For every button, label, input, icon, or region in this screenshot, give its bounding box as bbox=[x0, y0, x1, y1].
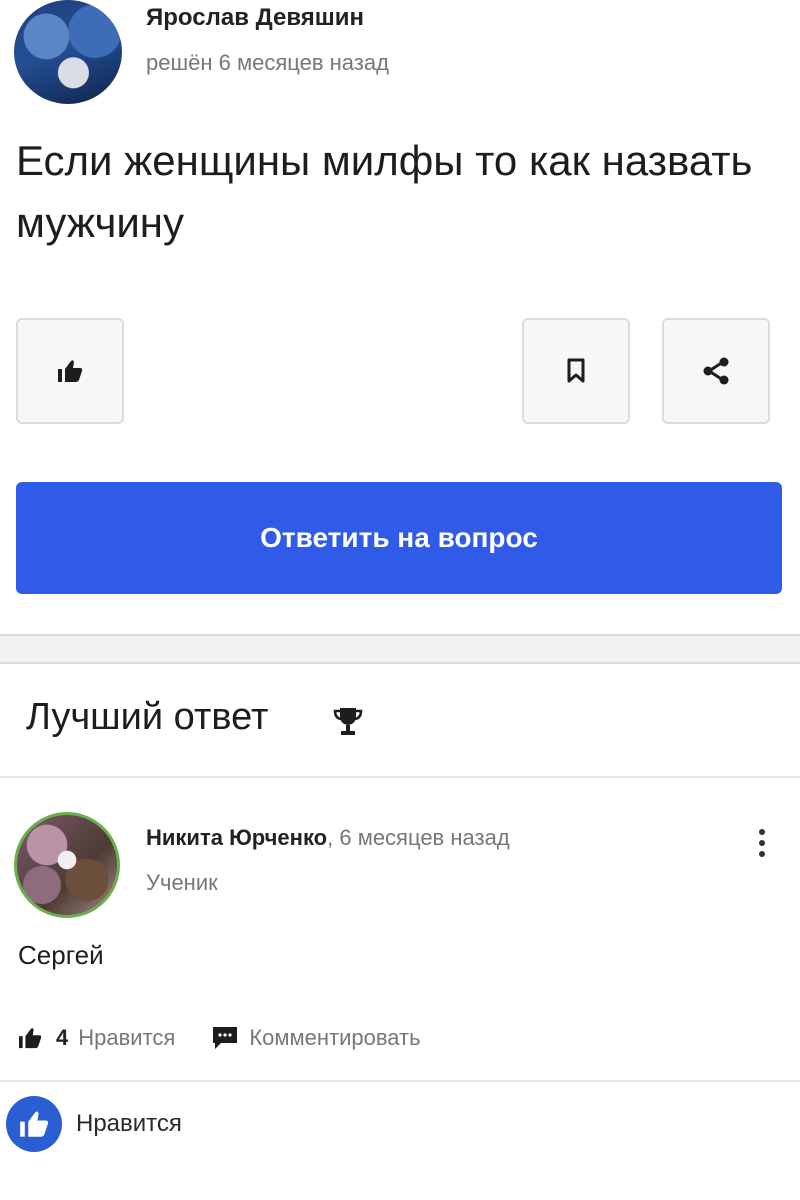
responder-time: 6 месяцев назад bbox=[339, 825, 510, 850]
share-button[interactable] bbox=[662, 318, 770, 424]
asker-name[interactable]: Ярослав Девяшин bbox=[146, 4, 364, 32]
responder-line: Никита Юрченко, 6 месяцев назад bbox=[146, 825, 510, 851]
answer-actions: 4 Нравится Комментировать bbox=[18, 1018, 421, 1058]
divider bbox=[0, 776, 800, 778]
comment-button[interactable]: Комментировать bbox=[211, 1025, 421, 1051]
like-circle-icon bbox=[6, 1096, 62, 1152]
bookmark-icon bbox=[567, 358, 585, 383]
responder-avatar[interactable] bbox=[14, 812, 120, 918]
share-icon bbox=[703, 357, 729, 385]
footer-like-label: Нравится bbox=[76, 1110, 182, 1137]
answer-text: Сергей bbox=[18, 940, 104, 970]
question-text: Если женщины милфы то как назвать мужчин… bbox=[16, 137, 753, 246]
responder-separator: , bbox=[327, 825, 340, 850]
like-question-button[interactable] bbox=[16, 318, 124, 424]
comment-icon bbox=[213, 1027, 238, 1049]
trophy-icon bbox=[333, 708, 363, 735]
best-answer-title: Лучший ответ bbox=[26, 696, 269, 738]
thumbs-up-icon[interactable] bbox=[18, 1027, 42, 1049]
answer-question-button[interactable]: Ответить на вопрос bbox=[16, 482, 782, 594]
section-divider bbox=[0, 634, 800, 664]
comment-label: Комментировать bbox=[249, 1025, 421, 1050]
asker-avatar[interactable] bbox=[14, 0, 122, 104]
divider bbox=[0, 1080, 800, 1082]
more-vertical-icon[interactable] bbox=[752, 826, 772, 866]
footer-like-button[interactable]: Нравится bbox=[6, 1096, 182, 1152]
bookmark-button[interactable] bbox=[522, 318, 630, 424]
thumbs-up-icon bbox=[58, 360, 83, 382]
like-count: 4 bbox=[56, 1025, 69, 1050]
responder-role: Ученик bbox=[146, 870, 218, 895]
responder-name[interactable]: Никита Юрченко bbox=[146, 825, 327, 850]
question-status: решён 6 месяцев назад bbox=[146, 50, 389, 75]
like-answer-button[interactable]: Нравится bbox=[78, 1025, 175, 1051]
